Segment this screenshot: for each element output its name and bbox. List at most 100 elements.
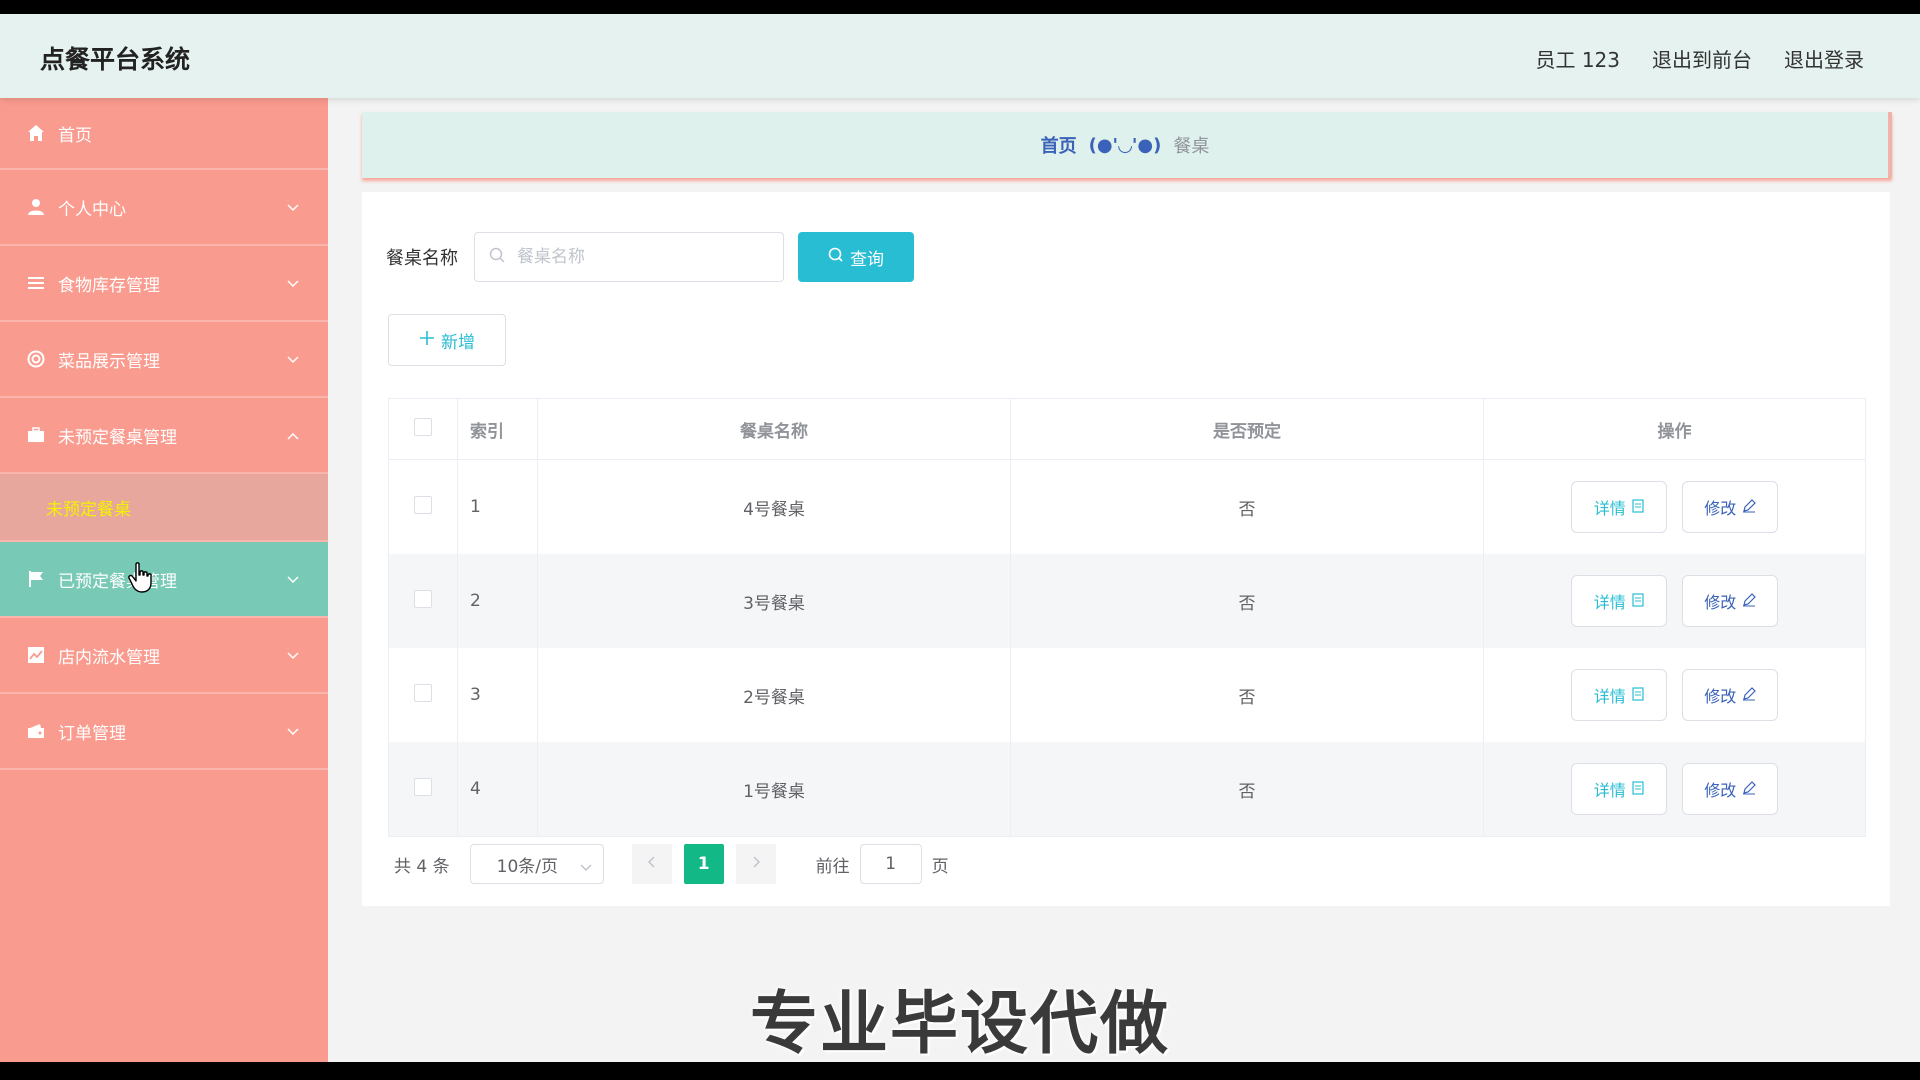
exit-to-front-link[interactable]: 退出到前台	[1652, 44, 1752, 73]
chevron-down-icon	[286, 274, 300, 294]
detail-button-label: 详情	[1593, 499, 1626, 518]
row-actions: 详情 修改	[1483, 742, 1866, 837]
row-check-cell	[388, 459, 458, 554]
sidebar-item-label: 个人中心	[58, 199, 126, 220]
sidebar-item-dish-display[interactable]: 菜品展示管理	[0, 322, 328, 398]
row-index: 2	[457, 554, 538, 648]
chevron-up-icon	[286, 426, 300, 446]
detail-button-label: 详情	[1593, 781, 1626, 800]
search-input[interactable]	[515, 246, 759, 268]
breadcrumb-current: 餐桌	[1173, 136, 1210, 157]
chevron-down-icon	[286, 198, 300, 218]
detail-button[interactable]: 详情	[1570, 481, 1667, 533]
total-count: 共 4 条	[394, 856, 450, 877]
row-table-name: 1号餐桌	[537, 742, 1011, 837]
sidebar-item-store-flow[interactable]: 店内流水管理	[0, 618, 328, 694]
chart-icon	[26, 645, 46, 665]
chevron-down-icon	[579, 858, 593, 878]
breadcrumb-home[interactable]: 首页	[1041, 132, 1077, 158]
next-page-button[interactable]	[735, 844, 776, 884]
column-header-actions: 操作	[1483, 398, 1866, 460]
row-checkbox[interactable]	[414, 683, 432, 702]
chevron-right-icon	[751, 854, 761, 874]
edit-button-label: 修改	[1704, 593, 1737, 612]
app-title: 点餐平台系统	[40, 45, 191, 74]
table-row: 1 4号餐桌 否 详情 修改	[388, 459, 1866, 554]
query-button-label: 查询	[850, 249, 884, 270]
row-booked: 否	[1010, 554, 1484, 648]
flag-icon	[26, 569, 46, 589]
chevron-left-icon	[647, 854, 657, 874]
sidebar-item-home[interactable]: 首页	[0, 98, 328, 170]
app-window: 点餐平台系统 员工 123 退出到前台 退出登录 首页 个人中心 食物库存管理	[0, 14, 1920, 1062]
row-table-name: 4号餐桌	[537, 459, 1011, 554]
row-check-cell	[388, 554, 458, 648]
breadcrumb: 首页 (●'◡'●) 餐桌	[362, 112, 1892, 178]
document-icon	[1632, 780, 1644, 799]
search-row: 餐桌名称 查询	[386, 232, 914, 282]
document-icon	[1632, 592, 1644, 611]
edit-button[interactable]: 修改	[1682, 669, 1779, 721]
content-card: 餐桌名称 查询 新增	[362, 192, 1890, 906]
edit-button[interactable]: 修改	[1682, 481, 1779, 533]
edit-button-label: 修改	[1704, 687, 1737, 706]
column-header-booked: 是否预定	[1010, 398, 1484, 460]
row-checkbox[interactable]	[414, 777, 432, 796]
sidebar-item-label: 已预定餐桌管理	[58, 571, 177, 592]
select-all-checkbox[interactable]	[414, 417, 432, 436]
plus-icon	[419, 330, 435, 351]
top-actions: 员工 123 退出到前台 退出登录	[1535, 44, 1864, 73]
sidebar-item-food-inventory[interactable]: 食物库存管理	[0, 246, 328, 322]
logout-link[interactable]: 退出登录	[1784, 44, 1864, 73]
wallet-icon	[26, 721, 46, 741]
user-label[interactable]: 员工 123	[1535, 44, 1620, 73]
sidebar-item-orders[interactable]: 订单管理	[0, 694, 328, 770]
query-button[interactable]: 查询	[798, 232, 914, 282]
select-all-cell	[388, 398, 458, 460]
row-checkbox[interactable]	[414, 589, 432, 608]
row-checkbox[interactable]	[414, 495, 432, 514]
edit-button[interactable]: 修改	[1682, 575, 1779, 627]
lifebuoy-icon	[26, 349, 46, 369]
briefcase-icon	[26, 425, 46, 445]
sidebar-item-label: 店内流水管理	[58, 647, 160, 668]
row-index: 1	[457, 459, 538, 554]
edit-button[interactable]: 修改	[1682, 763, 1779, 815]
row-actions: 详情 修改	[1483, 648, 1866, 742]
sidebar-item-booked-tables[interactable]: 已预定餐桌管理	[0, 542, 328, 618]
goto-label: 前往	[815, 856, 850, 877]
chevron-down-icon	[286, 570, 300, 590]
row-index: 3	[457, 648, 538, 742]
prev-page-button[interactable]	[631, 844, 672, 884]
column-header-name: 餐桌名称	[537, 398, 1011, 460]
table-row: 3 2号餐桌 否 详情 修改	[388, 648, 1866, 742]
detail-button[interactable]: 详情	[1570, 669, 1667, 721]
sidebar-item-label: 首页	[58, 125, 92, 146]
row-index: 4	[457, 742, 538, 837]
table-row: 4 1号餐桌 否 详情 修改	[388, 742, 1866, 837]
tables-table: 索引 餐桌名称 是否预定 操作 1 4号餐桌 否 详情 修改 2 3号餐桌 否 …	[388, 398, 1866, 837]
add-button-label: 新增	[441, 332, 475, 353]
row-booked: 否	[1010, 459, 1484, 554]
pencil-icon	[1742, 686, 1757, 705]
row-check-cell	[388, 648, 458, 742]
detail-button[interactable]: 详情	[1570, 763, 1667, 815]
page-size-select[interactable]: 10条/页	[469, 844, 604, 884]
pencil-icon	[1742, 498, 1757, 517]
list-icon	[26, 273, 46, 293]
goto-page-input[interactable]	[859, 844, 922, 884]
chevron-down-icon	[286, 350, 300, 370]
chevron-down-icon	[286, 646, 300, 666]
page-number-current[interactable]: 1	[683, 844, 724, 884]
search-icon	[489, 247, 505, 267]
detail-button[interactable]: 详情	[1570, 575, 1667, 627]
sidebar-subitem-unbooked-table[interactable]: 未预定餐桌	[0, 474, 328, 542]
row-table-name: 3号餐桌	[537, 554, 1011, 648]
sidebar-item-unbooked-tables[interactable]: 未预定餐桌管理	[0, 398, 328, 474]
search-icon	[828, 247, 844, 268]
sidebar-item-personal-center[interactable]: 个人中心	[0, 170, 328, 246]
table-header-row: 索引 餐桌名称 是否预定 操作	[388, 398, 1866, 460]
row-table-name: 2号餐桌	[537, 648, 1011, 742]
search-box	[474, 232, 784, 282]
add-button[interactable]: 新增	[388, 314, 506, 366]
